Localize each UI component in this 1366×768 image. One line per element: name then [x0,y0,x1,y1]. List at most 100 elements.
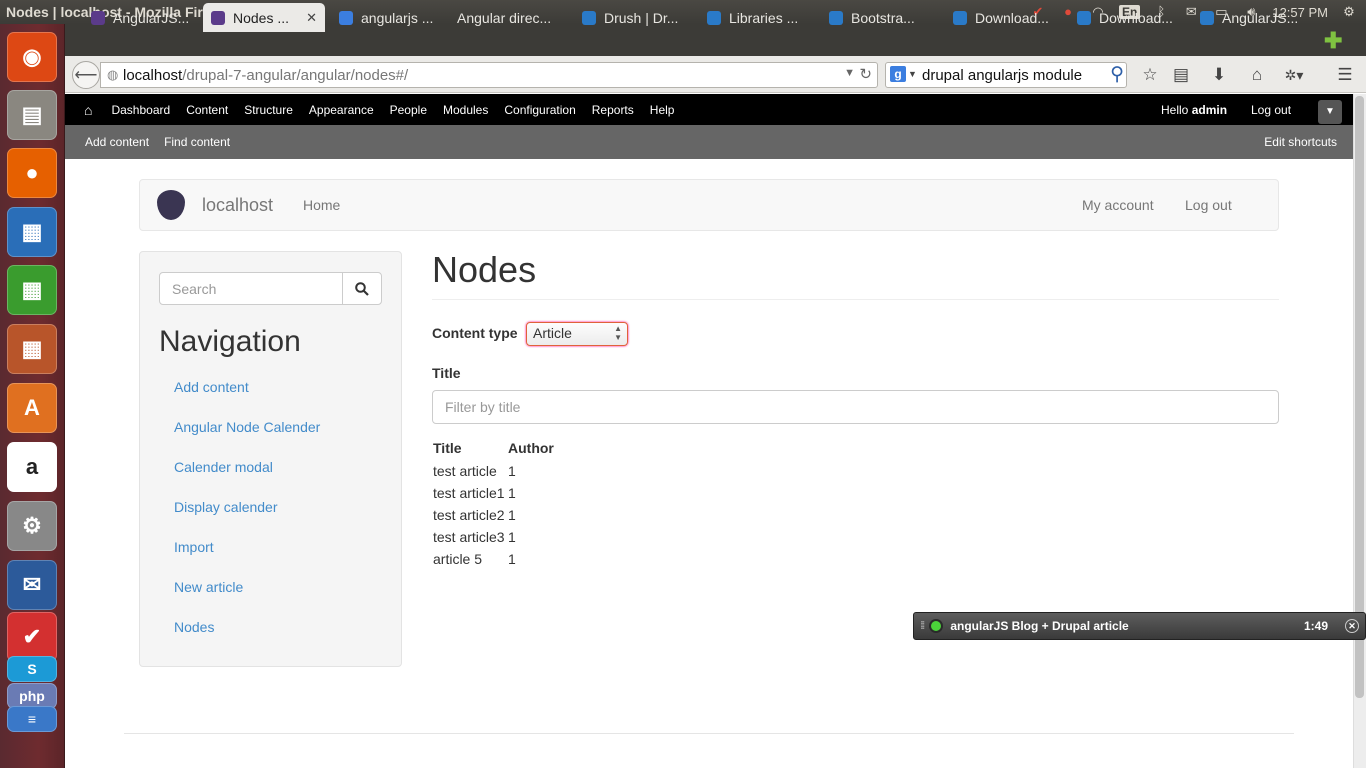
content-type-select[interactable]: Article ▲ ▼ [526,322,628,346]
admin-home-icon[interactable]: ⌂ [84,102,92,118]
new-tab-icon[interactable]: ✚ [1324,28,1342,54]
shortcut-link[interactable]: Find content [164,135,230,149]
browser-tab[interactable]: Drush | Dr... [574,3,694,32]
sidebar-nav-link[interactable]: Import [174,539,214,555]
admin-logout-link[interactable]: Log out [1251,103,1291,117]
menu-icon[interactable]: ☰ [1334,64,1356,86]
scrollbar-thumb[interactable] [1355,96,1364,698]
tab-label: Libraries ... [729,9,799,26]
admin-menu-item[interactable]: Appearance [309,103,374,117]
edit-shortcuts-link[interactable]: Edit shortcuts [1264,135,1337,149]
drag-handle-icon[interactable]: ⁞⁞ [920,620,926,632]
tab-label: angularjs ... [361,9,434,26]
table-header: Author [508,440,554,456]
back-button[interactable]: ⟵ [72,61,100,89]
sidebar-nav-link[interactable]: Calender modal [174,459,273,475]
admin-menu-item[interactable]: Configuration [504,103,575,117]
amazon-icon[interactable]: a [7,442,57,492]
admin-menu-item[interactable]: Content [186,103,228,117]
browser-tab[interactable]: Download... [945,3,1063,32]
settings-icon[interactable]: ⚙ [7,501,57,551]
tab-label: Nodes ... [233,9,290,26]
sidebar-nav-link[interactable]: Nodes [174,619,214,635]
player-close-icon[interactable]: ✕ [1345,619,1359,633]
admin-menu-item[interactable]: People [390,103,427,117]
writer-icon[interactable]: ▦ [7,207,57,257]
browser-tab[interactable]: AngularJS... [1192,3,1310,32]
tab-close-icon[interactable]: ✕ [306,10,317,26]
firefox-icon[interactable]: ● [7,148,57,198]
impress-icon[interactable]: ▦ [7,324,57,374]
browser-tab[interactable]: Nodes ... ✕ [203,3,325,32]
url-bar[interactable]: ◍ localhost/drupal-7-angular/angular/nod… [100,62,878,88]
sidebar-nav-link[interactable]: Display calender [174,499,278,515]
node-title-cell: test article3 [433,529,505,545]
browser-tab[interactable]: Download... [1069,3,1187,32]
software-center-icon[interactable]: A [7,383,57,433]
downloads-icon[interactable]: ⬇ [1208,64,1230,86]
title-filter-input[interactable]: Filter by title [432,390,1279,424]
clock-icon[interactable]: ✔ [7,612,57,662]
player-title: angularJS Blog + Drupal article [950,619,1129,633]
select-arrows-icon: ▲ ▼ [614,324,622,342]
browser-tab[interactable]: angularjs ... [331,3,444,32]
hello-text: Hello admin [1161,103,1227,117]
engine-dropdown-icon[interactable]: ▼ [908,69,917,79]
browser-tab[interactable]: Libraries ... [699,3,816,32]
thunderbird-icon[interactable]: ✉ [7,560,57,610]
hello-prefix: Hello [1161,102,1192,117]
power-gear-icon[interactable]: ⚙ [1340,4,1358,20]
content-type-value: Article [533,325,572,341]
home-icon[interactable]: ⌂ [1246,64,1268,86]
search-bar[interactable]: g ▼ drupal angularjs module ⚲ [885,62,1127,88]
browser-tab[interactable]: Angular direc... [449,3,569,32]
tab-favicon-icon [1077,10,1091,25]
playing-status-icon [931,621,942,631]
sidebar-nav-link[interactable]: Add content [174,379,249,395]
tab-label: Bootstra... [851,9,915,26]
site-logout-link[interactable]: Log out [1185,197,1232,213]
reading-list-icon[interactable]: ▤ [1170,64,1192,86]
sidebar-search-button[interactable] [342,272,382,305]
sidebar-search-input[interactable]: Search [159,272,343,305]
shortcut-link[interactable]: Add content [85,135,149,149]
calc-icon[interactable]: ▦ [7,265,57,315]
node-title-cell: test article1 [433,485,505,501]
files-icon[interactable]: ▤ [7,90,57,140]
skype-icon[interactable]: S [7,656,57,682]
google-icon[interactable]: g [890,66,906,82]
ubuntu-icon[interactable]: ◉ [7,32,57,82]
admin-menu-item[interactable]: Modules [443,103,488,117]
sidebar-nav-link[interactable]: Angular Node Calender [174,419,320,435]
stack-icon[interactable]: ≡ [7,706,57,732]
admin-menu-item[interactable]: Structure [244,103,293,117]
browser-tab[interactable]: Bootstra... [821,3,940,32]
tab-label: AngularJS... [113,9,190,26]
table-header: Title [433,440,462,456]
site-name[interactable]: localhost [202,195,273,216]
sidebar-nav-link[interactable]: New article [174,579,243,595]
admin-menu-item[interactable]: Help [650,103,675,117]
site-home-link[interactable]: Home [303,197,340,213]
tab-favicon-icon [582,10,596,25]
node-author-cell: 1 [508,485,516,501]
page-title: Nodes [432,249,537,290]
url-dropdown-icon[interactable]: ▼ [844,67,855,79]
browser-tab[interactable]: AngularJS... [83,3,198,32]
admin-menu-item[interactable]: Dashboard [111,103,170,117]
bookmark-star-icon[interactable]: ☆ [1139,64,1161,86]
admin-username[interactable]: admin [1192,103,1227,117]
url-path: /drupal-7-angular/angular/nodes#/ [182,66,409,84]
globe-icon: ◍ [107,67,119,82]
admin-menu-item[interactable]: Reports [592,103,634,117]
reload-icon[interactable]: ↻ [859,65,872,83]
my-account-link[interactable]: My account [1082,197,1154,213]
media-player-bar[interactable]: ⁞⁞ angularJS Blog + Drupal article 1:49 … [913,612,1366,640]
toolbar-toggle-icon[interactable]: ▼ [1318,100,1342,124]
node-author-cell: 1 [508,463,516,479]
addon-icon[interactable]: ✲▾ [1283,64,1305,86]
search-go-icon[interactable]: ⚲ [1110,63,1124,86]
content-type-label: Content type [432,325,518,341]
tab-label: Drush | Dr... [604,9,679,26]
drupal-logo-icon[interactable] [157,190,185,220]
